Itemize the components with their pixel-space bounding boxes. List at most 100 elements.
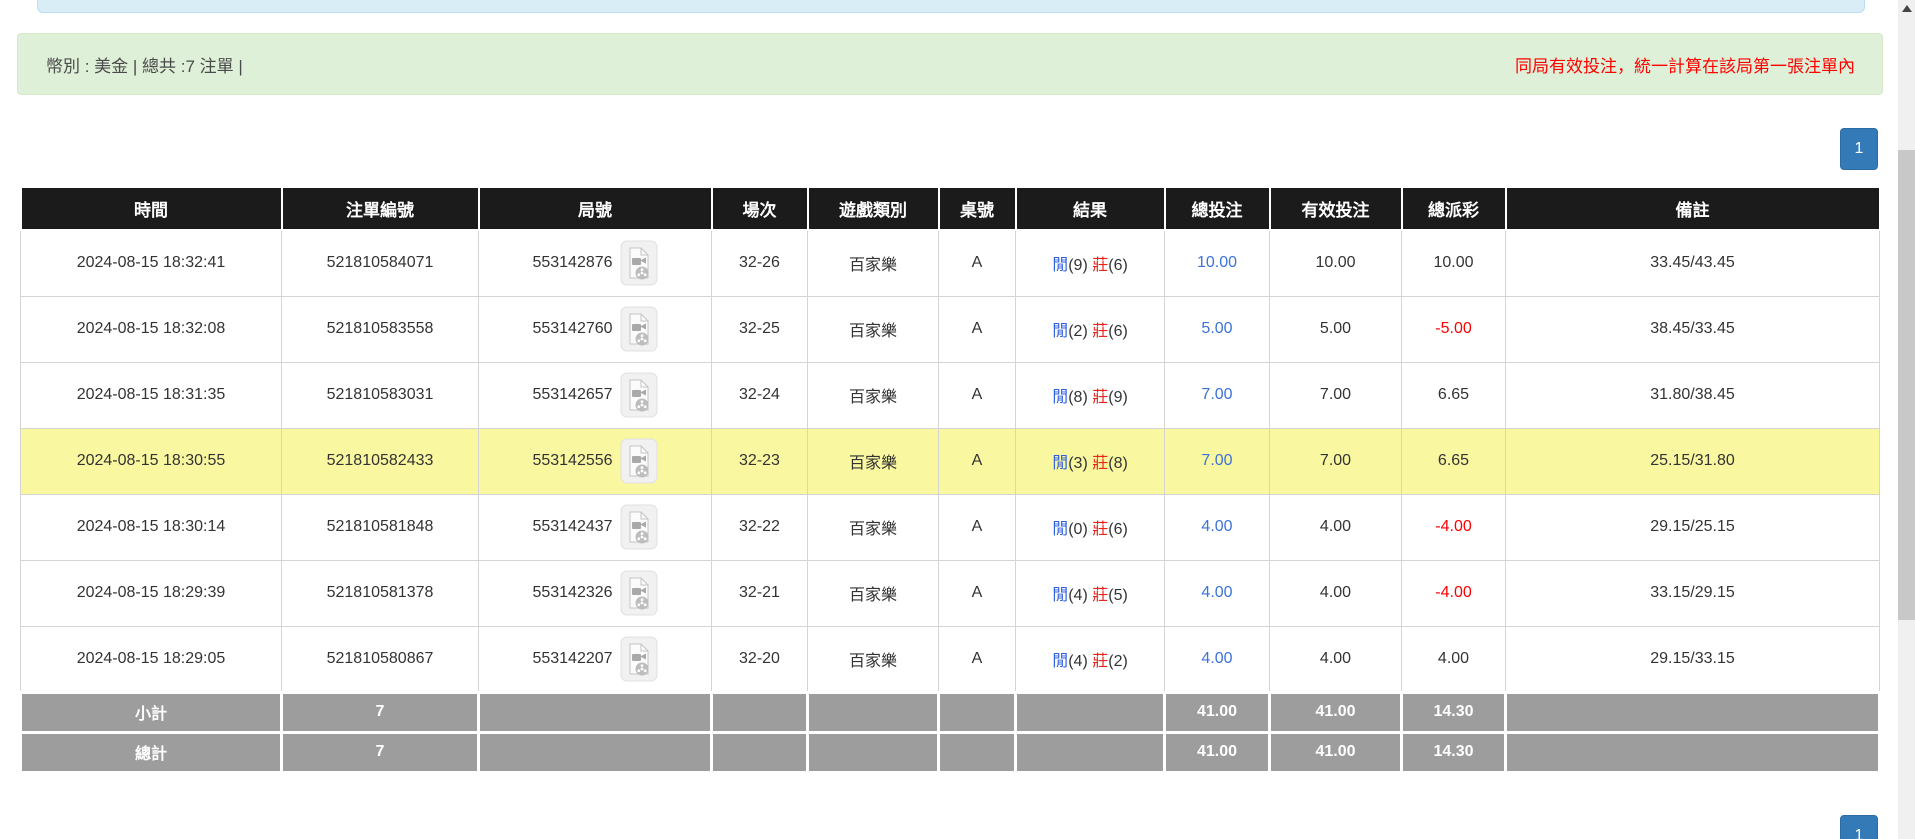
round-cell: 553142556 bbox=[479, 428, 712, 494]
video-replay-icon[interactable] bbox=[620, 306, 658, 352]
valid-bet-cell: 4.00 bbox=[1270, 494, 1402, 560]
scroll-up-icon[interactable] bbox=[1898, 0, 1915, 17]
banker-label: 莊 bbox=[1092, 323, 1108, 340]
video-replay-icon[interactable] bbox=[620, 438, 658, 484]
pagination-page-1-bottom[interactable]: 1 bbox=[1840, 815, 1878, 839]
video-replay-icon[interactable] bbox=[620, 636, 658, 682]
bet-id-cell: 521810581378 bbox=[282, 560, 479, 626]
session-cell: 32-26 bbox=[712, 230, 808, 296]
total-bet-link[interactable]: 4.00 bbox=[1201, 650, 1232, 667]
game-type-cell: 百家樂 bbox=[808, 230, 939, 296]
subtotal-row: 小計741.0041.0014.30 bbox=[21, 692, 1880, 732]
result-cell: 閒(0) 莊(6) bbox=[1016, 494, 1165, 560]
player-label: 閒 bbox=[1052, 653, 1068, 670]
total-row-cell-3 bbox=[712, 732, 808, 772]
valid-bet-cell: 4.00 bbox=[1270, 626, 1402, 692]
round-id: 553142657 bbox=[532, 386, 612, 404]
payout-cell: 6.65 bbox=[1402, 362, 1506, 428]
bet-row-5: 2024-08-15 18:29:39521810581378553142326… bbox=[21, 560, 1880, 626]
total-row-cell-7: 41.00 bbox=[1165, 732, 1270, 772]
video-replay-icon[interactable] bbox=[620, 372, 658, 418]
pagination-page-1-top[interactable]: 1 bbox=[1840, 128, 1878, 170]
player-label: 閒 bbox=[1052, 587, 1068, 604]
column-header-10: 備註 bbox=[1506, 187, 1880, 230]
banker-label: 莊 bbox=[1092, 389, 1108, 406]
banker-score: (6) bbox=[1108, 521, 1128, 538]
banker-score: (6) bbox=[1108, 323, 1128, 340]
round-id: 553142876 bbox=[532, 254, 612, 272]
player-score: (9) bbox=[1068, 257, 1092, 274]
round-cell: 553142657 bbox=[479, 362, 712, 428]
total-bet-link[interactable]: 5.00 bbox=[1201, 320, 1232, 337]
total-bet-link[interactable]: 4.00 bbox=[1201, 518, 1232, 535]
session-cell: 32-22 bbox=[712, 494, 808, 560]
banker-score: (8) bbox=[1108, 455, 1128, 472]
scrollbar[interactable] bbox=[1898, 0, 1915, 839]
subtotal-row-cell-2 bbox=[479, 692, 712, 732]
subtotal-row-cell-1: 7 bbox=[282, 692, 479, 732]
valid-bet-cell: 5.00 bbox=[1270, 296, 1402, 362]
payout-cell: -5.00 bbox=[1402, 296, 1506, 362]
bet-history-page: 幣別 : 美金 | 總共 :7 注單 | 同局有效投注，統一計算在該局第一張注單… bbox=[0, 0, 1915, 839]
session-cell: 32-20 bbox=[712, 626, 808, 692]
video-replay-icon[interactable] bbox=[620, 504, 658, 550]
table-id-cell: A bbox=[939, 428, 1016, 494]
game-type-cell: 百家樂 bbox=[808, 494, 939, 560]
video-replay-icon[interactable] bbox=[620, 570, 658, 616]
bet-id-cell: 521810584071 bbox=[282, 230, 479, 296]
column-header-0: 時間 bbox=[21, 187, 282, 230]
total-bet-cell: 4.00 bbox=[1165, 494, 1270, 560]
remark-cell: 31.80/38.45 bbox=[1506, 362, 1880, 428]
subtotal-row-cell-3 bbox=[712, 692, 808, 732]
game-type-cell: 百家樂 bbox=[808, 626, 939, 692]
remark-cell: 25.15/31.80 bbox=[1506, 428, 1880, 494]
session-cell: 32-24 bbox=[712, 362, 808, 428]
total-bet-link[interactable]: 4.00 bbox=[1201, 584, 1232, 601]
scrollbar-thumb[interactable] bbox=[1898, 150, 1915, 620]
banker-label: 莊 bbox=[1092, 521, 1108, 538]
banker-label: 莊 bbox=[1092, 653, 1108, 670]
time-cell: 2024-08-15 18:31:35 bbox=[21, 362, 282, 428]
remark-cell: 33.45/43.45 bbox=[1506, 230, 1880, 296]
summary-bar: 幣別 : 美金 | 總共 :7 注單 | 同局有效投注，統一計算在該局第一張注單… bbox=[17, 33, 1883, 95]
video-replay-icon[interactable] bbox=[620, 240, 658, 286]
column-header-3: 場次 bbox=[712, 187, 808, 230]
remark-cell: 29.15/25.15 bbox=[1506, 494, 1880, 560]
subtotal-row-cell-8: 41.00 bbox=[1270, 692, 1402, 732]
table-id-cell: A bbox=[939, 494, 1016, 560]
result-cell: 閒(4) 莊(2) bbox=[1016, 626, 1165, 692]
result-cell: 閒(8) 莊(9) bbox=[1016, 362, 1165, 428]
banker-score: (5) bbox=[1108, 587, 1128, 604]
column-header-6: 結果 bbox=[1016, 187, 1165, 230]
column-header-4: 遊戲類別 bbox=[808, 187, 939, 230]
total-bet-link[interactable]: 7.00 bbox=[1201, 452, 1232, 469]
top-alert-bar bbox=[37, 0, 1865, 13]
payout-cell: 10.00 bbox=[1402, 230, 1506, 296]
round-id: 553142326 bbox=[532, 584, 612, 602]
bet-id-cell: 521810580867 bbox=[282, 626, 479, 692]
time-cell: 2024-08-15 18:30:55 bbox=[21, 428, 282, 494]
total-bet-link[interactable]: 10.00 bbox=[1197, 254, 1237, 271]
time-cell: 2024-08-15 18:30:14 bbox=[21, 494, 282, 560]
summary-text: 幣別 : 美金 | 總共 :7 注單 | bbox=[46, 52, 243, 77]
table-id-cell: A bbox=[939, 560, 1016, 626]
time-cell: 2024-08-15 18:29:05 bbox=[21, 626, 282, 692]
game-type-cell: 百家樂 bbox=[808, 296, 939, 362]
player-score: (0) bbox=[1068, 521, 1092, 538]
payout-cell: -4.00 bbox=[1402, 560, 1506, 626]
total-bet-link[interactable]: 7.00 bbox=[1201, 386, 1232, 403]
session-cell: 32-21 bbox=[712, 560, 808, 626]
total-row-cell-5 bbox=[939, 732, 1016, 772]
table-id-cell: A bbox=[939, 230, 1016, 296]
column-header-7: 總投注 bbox=[1165, 187, 1270, 230]
round-id: 553142760 bbox=[532, 320, 612, 338]
remark-cell: 38.45/33.45 bbox=[1506, 296, 1880, 362]
player-score: (3) bbox=[1068, 455, 1092, 472]
valid-bet-cell: 7.00 bbox=[1270, 428, 1402, 494]
bet-row-3: 2024-08-15 18:30:55521810582433553142556… bbox=[21, 428, 1880, 494]
game-type-cell: 百家樂 bbox=[808, 560, 939, 626]
valid-bet-cell: 10.00 bbox=[1270, 230, 1402, 296]
total-row-cell-8: 41.00 bbox=[1270, 732, 1402, 772]
subtotal-row-cell-7: 41.00 bbox=[1165, 692, 1270, 732]
round-cell: 553142437 bbox=[479, 494, 712, 560]
